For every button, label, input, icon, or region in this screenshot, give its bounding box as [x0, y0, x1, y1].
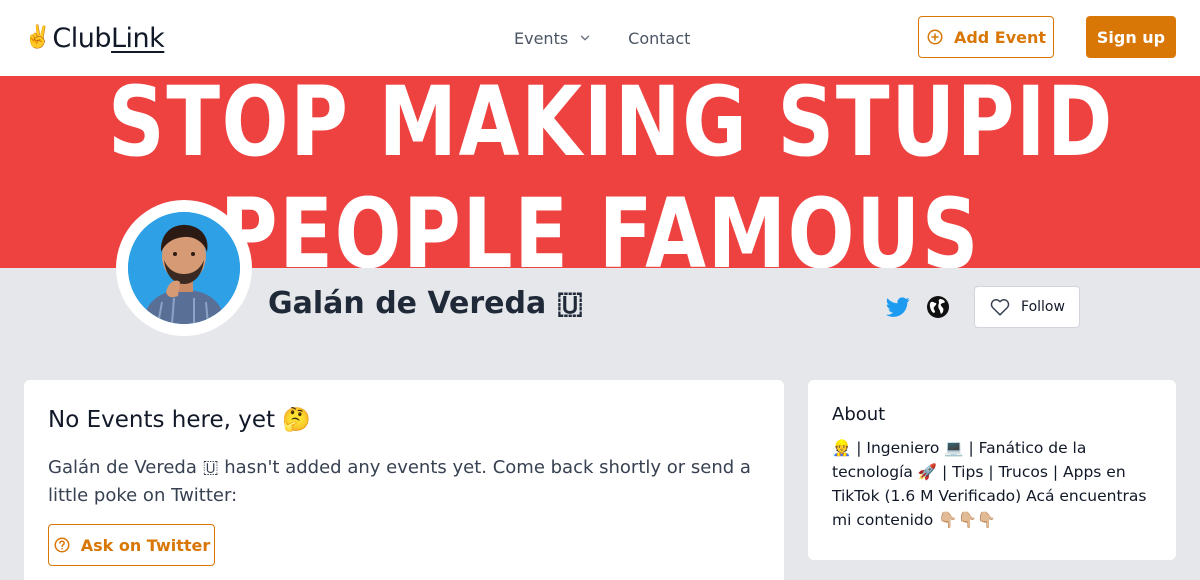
victory-hand-icon: ✌️ [24, 25, 52, 50]
site-header: ✌️ ClubLink Events Contact Add Event Sig… [0, 0, 1200, 76]
nav-events[interactable]: Events [514, 29, 592, 48]
twitter-icon[interactable] [886, 295, 910, 319]
about-card: About 👷 | Ingeniero 💻 | Fanático de la t… [808, 380, 1176, 560]
clublink-logo[interactable]: ✌️ ClubLink [24, 20, 165, 56]
banner-text-line2: PEOPLE FAMOUS [219, 178, 981, 268]
nav-events-label: Events [514, 28, 569, 48]
logo-text-club: Club [52, 22, 112, 54]
add-event-label: Add Event [953, 27, 1047, 47]
logo-text: ClubLink [52, 23, 164, 54]
chevron-down-icon [580, 35, 590, 41]
banner-text-line1: STOP MAKING STUPID [108, 76, 1115, 178]
signup-label: Sign up [1096, 27, 1166, 47]
events-card: No Events here, yet 🤔 Galán de Vereda 🇺 … [24, 380, 784, 580]
avatar [128, 212, 240, 324]
plus-circle-icon [927, 29, 943, 45]
main-nav: Events Contact [514, 26, 690, 50]
add-event-button[interactable]: Add Event [918, 16, 1054, 58]
logo-text-link: Link [111, 22, 165, 54]
events-empty-message: Galán de Vereda 🇺 hasn't added any event… [48, 457, 751, 506]
events-empty-title: No Events here, yet 🤔 [48, 407, 311, 433]
about-text: 👷 | Ingeniero 💻 | Fanático de la tecnolo… [832, 439, 1147, 529]
follow-label: Follow [1021, 299, 1065, 315]
follow-button[interactable]: Follow [974, 286, 1080, 328]
avatar-portrait [128, 212, 240, 324]
about-title: About [832, 404, 886, 425]
heart-icon [990, 299, 1010, 316]
ask-on-twitter-label: Ask on Twitter [80, 535, 211, 555]
nav-contact-label: Contact [628, 28, 691, 48]
globe-icon[interactable] [926, 295, 950, 319]
nav-contact[interactable]: Contact [628, 29, 690, 48]
signup-button[interactable]: Sign up [1086, 16, 1176, 58]
question-circle-icon [54, 537, 70, 553]
profile-name: Galán de Vereda 🇺 [268, 286, 584, 321]
ask-on-twitter-button[interactable]: Ask on Twitter [48, 524, 215, 566]
